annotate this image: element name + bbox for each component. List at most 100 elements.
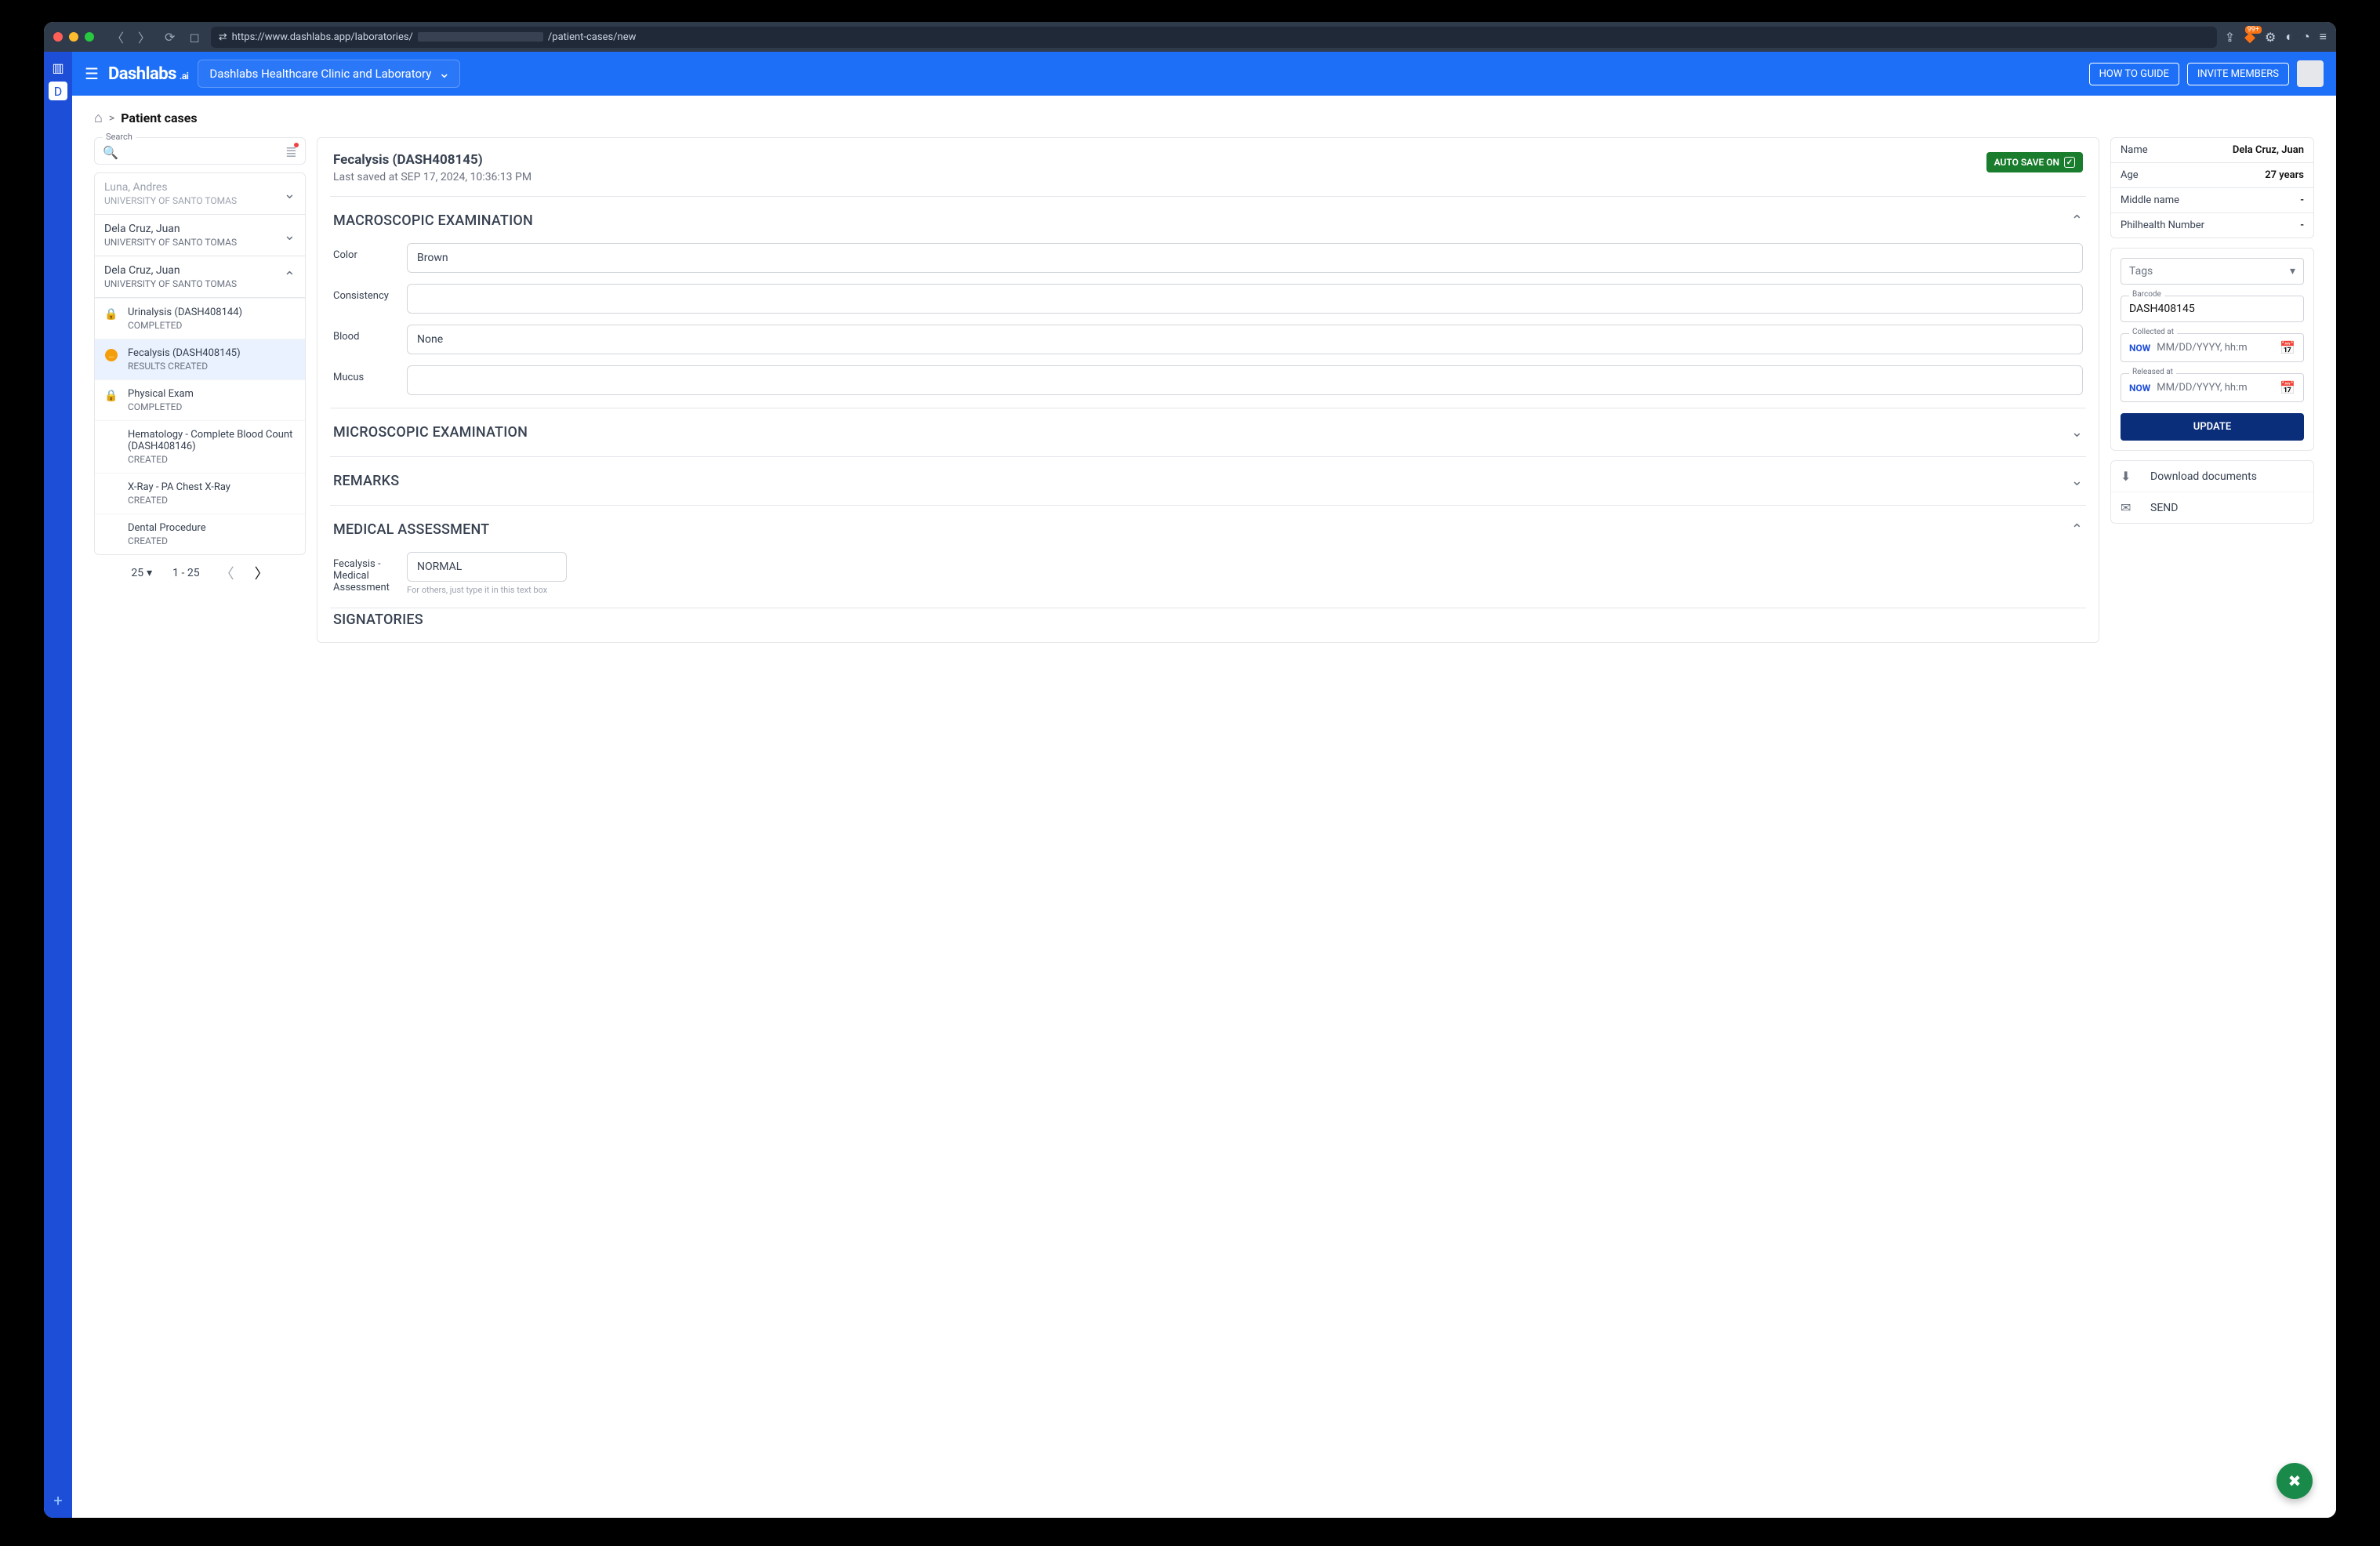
released-placeholder[interactable]: MM/DD/YYYY, hh:m xyxy=(2157,382,2273,394)
url-redacted-segment xyxy=(418,32,543,42)
section-macroscopic-header[interactable]: MACROSCOPIC EXAMINATION ⌃ xyxy=(333,209,2083,232)
dropdown-icon: ▾ xyxy=(2290,265,2295,278)
search-label: Search xyxy=(103,132,136,142)
consistency-input[interactable] xyxy=(407,284,2083,314)
share-icon[interactable]: ⇪ xyxy=(2225,30,2235,45)
test-name: Fecalysis (DASH408145) xyxy=(128,347,241,359)
test-row[interactable]: Hematology - Complete Blood Count (DASH4… xyxy=(95,420,305,473)
color-input[interactable] xyxy=(407,243,2083,273)
case-header[interactable]: Dela Cruz, JuanUNIVERSITY OF SANTO TOMAS… xyxy=(95,215,305,256)
minimize-window-icon[interactable] xyxy=(69,32,78,42)
url-bar[interactable]: ⇄ https://www.dashlabs.app/laboratories/… xyxy=(211,27,2217,48)
chevron-up-icon: ⌃ xyxy=(2071,212,2083,229)
reload-icon[interactable]: ⟳ xyxy=(161,27,178,48)
test-name: Dental Procedure xyxy=(128,522,206,534)
case-header[interactable]: Dela Cruz, JuanUNIVERSITY OF SANTO TOMAS… xyxy=(95,256,305,298)
test-row[interactable]: 🔒Physical ExamCOMPLETED xyxy=(95,379,305,420)
chevron-up-icon: ⌃ xyxy=(284,269,296,285)
brand-logo[interactable]: Dashlabs .ai xyxy=(108,64,188,84)
last-saved: Last saved at SEP 17, 2024, 10:36:13 PM xyxy=(333,171,1977,183)
section-assessment-header[interactable]: MEDICAL ASSESSMENT ⌃ xyxy=(333,518,2083,541)
rail-add-icon[interactable]: + xyxy=(53,1491,62,1510)
bookmark-icon[interactable]: ◻ xyxy=(186,27,202,48)
test-row[interactable]: X-Ray - PA Chest X-RayCREATED xyxy=(95,473,305,514)
calendar-icon[interactable]: 📅 xyxy=(2280,340,2295,355)
autosave-label: AUTO SAVE ON xyxy=(1994,157,2059,168)
search-input[interactable] xyxy=(125,147,279,159)
mucus-input[interactable] xyxy=(407,365,2083,395)
pager: 25 ▾ 1 - 25 〈 〉 xyxy=(94,555,306,591)
rail-panel-icon[interactable]: ▥ xyxy=(49,58,67,77)
field-label-consistency: Consistency xyxy=(333,284,393,302)
chevron-down-icon: ⌄ xyxy=(284,227,296,244)
assessment-input[interactable] xyxy=(407,552,567,582)
menu-icon[interactable]: ≡ xyxy=(2320,29,2327,45)
barcode-field[interactable]: Barcode DASH408145 xyxy=(2121,296,2304,322)
chevron-down-icon: ⌄ xyxy=(2071,473,2083,489)
close-window-icon[interactable] xyxy=(53,32,63,42)
calendar-icon[interactable]: 📅 xyxy=(2280,380,2295,395)
download-documents-action[interactable]: ⬇ Download documents xyxy=(2111,461,2313,492)
breadcrumb-sep: > xyxy=(109,112,114,125)
brave-shields-icon[interactable]: ◆99+ xyxy=(2244,29,2255,45)
section-remarks-header[interactable]: REMARKS ⌄ xyxy=(333,470,2083,492)
extensions-icon[interactable]: ⚙ xyxy=(2265,30,2276,45)
org-name: Dashlabs Healthcare Clinic and Laborator… xyxy=(209,67,431,81)
nav-menu-icon[interactable]: ☰ xyxy=(85,64,99,83)
action-list: ⬇ Download documents ✉ SEND xyxy=(2110,460,2314,524)
field-label-mucus: Mucus xyxy=(333,365,393,383)
test-row[interactable]: 🔒Urinalysis (DASH408144)COMPLETED xyxy=(95,298,305,339)
released-now-button[interactable]: NOW xyxy=(2129,383,2150,394)
test-status: CREATED xyxy=(128,495,230,506)
chevron-up-icon: ⌃ xyxy=(2071,521,2083,538)
tags-dropdown[interactable]: Tags ▾ xyxy=(2121,258,2304,285)
window-controls xyxy=(53,32,94,42)
browser-chrome: 〈 〉 ⟳ ◻ ⇄ https://www.dashlabs.app/labor… xyxy=(44,22,2336,52)
maximize-window-icon[interactable] xyxy=(85,32,94,42)
page-prev-icon[interactable]: 〈 xyxy=(220,563,234,583)
page-next-icon[interactable]: 〉 xyxy=(255,563,269,583)
info-row: Middle name- xyxy=(2111,187,2313,212)
org-selector[interactable]: Dashlabs Healthcare Clinic and Laborator… xyxy=(198,60,460,88)
section-title: MACROSCOPIC EXAMINATION xyxy=(333,212,2071,229)
info-key: Age xyxy=(2121,169,2139,181)
info-value: Dela Cruz, Juan xyxy=(2233,144,2304,156)
filter-icon[interactable]: ≣ xyxy=(285,144,297,161)
patient-name: Dela Cruz, Juan xyxy=(104,223,284,235)
invite-members-button[interactable]: INVITE MEMBERS xyxy=(2187,63,2289,85)
page-size-selector[interactable]: 25 ▾ xyxy=(131,567,152,579)
home-icon[interactable]: ⌂ xyxy=(94,110,103,126)
section-microscopic-header[interactable]: MICROSCOPIC EXAMINATION ⌄ xyxy=(333,421,2083,444)
pending-icon: … xyxy=(105,349,118,361)
tools-icon: ✖ xyxy=(2288,1472,2302,1490)
send-action[interactable]: ✉ SEND xyxy=(2111,492,2313,523)
how-to-guide-button[interactable]: HOW TO GUIDE xyxy=(2089,63,2179,85)
search-icon: 🔍 xyxy=(103,145,118,160)
test-row[interactable]: …Fecalysis (DASH408145)RESULTS CREATED xyxy=(95,339,305,379)
section-title: REMARKS xyxy=(333,473,2071,489)
section-signatories-header[interactable]: SIGNATORIES xyxy=(333,608,2083,628)
tags-label: Tags xyxy=(2129,265,2153,278)
case-header[interactable]: Luna, AndresUNIVERSITY OF SANTO TOMAS⌄ xyxy=(95,173,305,215)
profile-icon[interactable]: ◔ xyxy=(2302,29,2310,45)
collected-placeholder[interactable]: MM/DD/YYYY, hh:m xyxy=(2157,342,2273,354)
collected-now-button[interactable]: NOW xyxy=(2129,343,2150,354)
download-icon: ⬇ xyxy=(2121,469,2135,484)
blood-input[interactable] xyxy=(407,325,2083,354)
back-icon[interactable]: 〈 xyxy=(108,24,127,49)
brand-suffix: .ai xyxy=(180,71,188,82)
forward-icon[interactable]: 〉 xyxy=(135,24,154,49)
rail-app-icon[interactable]: D xyxy=(49,82,67,100)
brand-text: Dashlabs xyxy=(108,64,176,84)
breadcrumb: ⌂ > Patient cases xyxy=(94,110,2314,126)
send-label: SEND xyxy=(2150,502,2178,514)
autosave-toggle[interactable]: AUTO SAVE ON ✓ xyxy=(1986,152,2083,172)
test-row[interactable]: Dental ProcedureCREATED xyxy=(95,514,305,554)
send-icon: ✉ xyxy=(2121,500,2135,515)
support-fab[interactable]: ✖ xyxy=(2277,1463,2313,1499)
test-name: Physical Exam xyxy=(128,388,194,400)
leo-icon[interactable]: ◐ xyxy=(2285,29,2293,45)
result-editor-card: Fecalysis (DASH408145) Last saved at SEP… xyxy=(317,137,2099,643)
avatar[interactable] xyxy=(2297,60,2324,87)
update-button[interactable]: UPDATE xyxy=(2121,413,2304,441)
